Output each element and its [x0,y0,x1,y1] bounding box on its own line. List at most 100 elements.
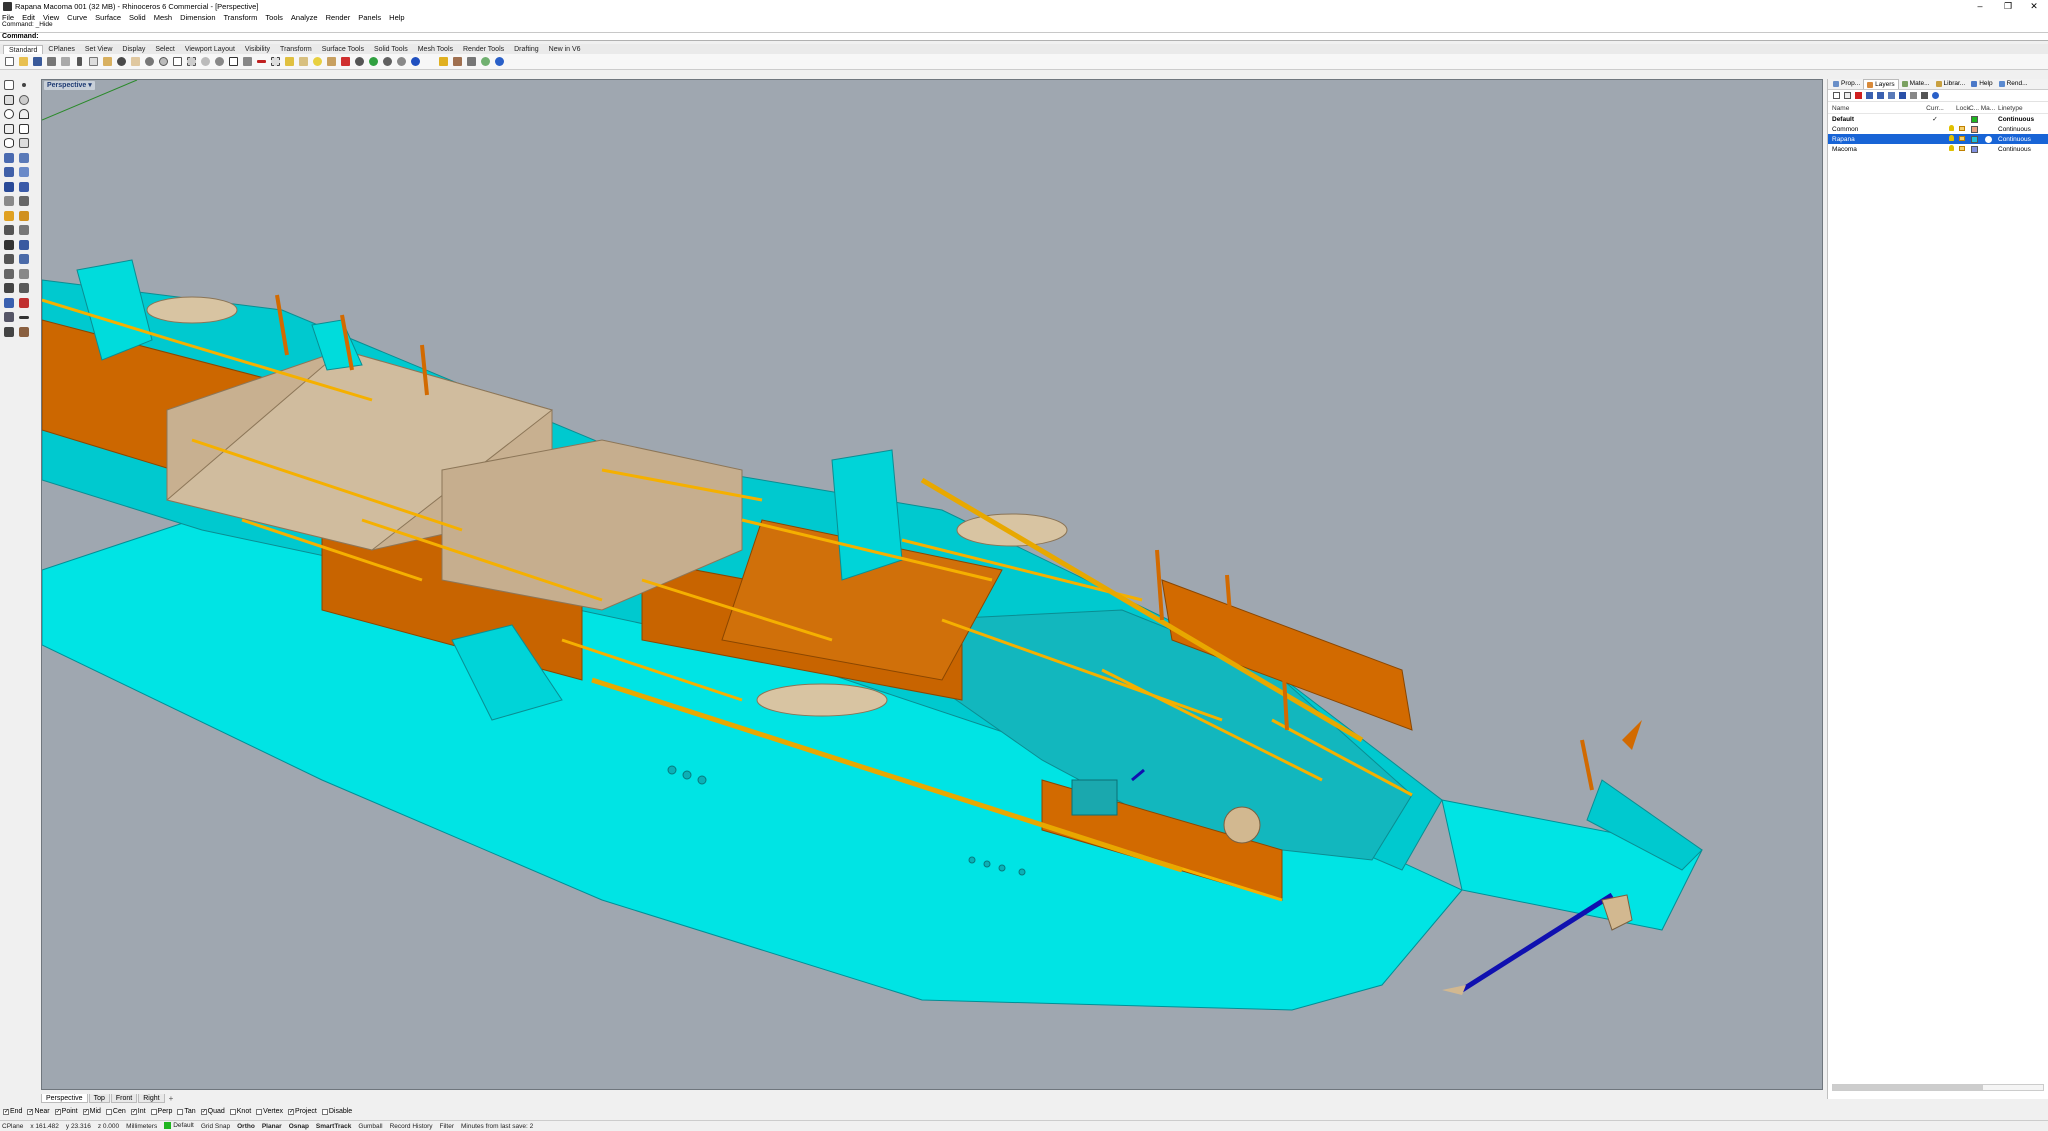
material-sphere-icon[interactable] [395,55,408,68]
viewtab-top[interactable]: Top [88,1093,110,1103]
select-arrow-icon[interactable] [1,78,16,93]
cylinder-icon[interactable] [16,180,31,195]
cut-icon[interactable] [73,55,86,68]
menu-analyze[interactable]: Analyze [291,13,318,22]
tab-surface-tools[interactable]: Surface Tools [317,45,369,54]
rectangle-icon[interactable] [16,122,31,137]
tab-display[interactable]: Display [117,45,150,54]
lightbulb-icon[interactable] [1946,125,1956,133]
open-folder-icon[interactable] [17,55,30,68]
osnap-quad[interactable]: ✓ Quad [200,1108,225,1115]
lightbulb-icon[interactable] [1946,145,1956,153]
osnap-knot[interactable]: Knot [229,1108,251,1115]
menu-curve[interactable]: Curve [67,13,87,22]
polygon-icon[interactable] [1,122,16,137]
viewport-layout-icon[interactable] [227,55,240,68]
status-ortho[interactable]: Ortho [237,1123,255,1130]
trim-icon[interactable] [16,223,31,238]
move-tool-icon[interactable] [1,267,16,282]
zoom-extents-icon[interactable] [185,55,198,68]
fillet-icon[interactable] [1,223,16,238]
tab-standard[interactable]: Standard [3,45,44,54]
status-planar[interactable]: Planar [262,1123,282,1130]
layer-row-common[interactable]: Common Continuous [1828,124,2048,134]
light-icon[interactable] [1,209,16,224]
status-filter[interactable]: Filter [440,1123,454,1130]
hatch-icon[interactable] [16,325,31,340]
zoom-icon[interactable] [157,55,170,68]
status-record-history[interactable]: Record History [390,1123,433,1130]
tab-set-view[interactable]: Set View [80,45,118,54]
layer-linetype[interactable]: Continuous [1996,146,2048,153]
status-grid-snap[interactable]: Grid Snap [201,1123,230,1130]
tab-materials[interactable]: Mate... [1899,79,1933,89]
zoom-selected-icon[interactable] [199,55,212,68]
menu-mesh[interactable]: Mesh [154,13,172,22]
osnap-cen[interactable]: Cen [105,1108,126,1115]
layer-row-macoma[interactable]: Macoma Continuous [1828,144,2048,154]
tab-solid-tools[interactable]: Solid Tools [369,45,413,54]
filter-icon[interactable] [1897,90,1908,101]
osnap-point[interactable]: ✓ Point [54,1108,78,1115]
maximize-icon[interactable]: ❐ [1996,0,2020,12]
move-icon[interactable] [241,55,254,68]
gumball-icon[interactable] [451,55,464,68]
lock-icon[interactable] [1956,125,1968,133]
mesh-box-icon[interactable] [16,194,31,209]
horizontal-scrollbar[interactable] [1832,1084,2044,1091]
layer-color-swatch[interactable] [1968,145,1980,153]
viewport-label[interactable]: Perspective ▾ [44,81,95,90]
tab-layers[interactable]: Layers [1863,79,1899,89]
menu-help[interactable]: Help [389,13,404,22]
menu-tools[interactable]: Tools [265,13,283,22]
layer-linetype[interactable]: Continuous [1996,116,2048,123]
status-smarttrack[interactable]: SmartTrack [316,1123,351,1130]
lightbulb-icon[interactable] [311,55,324,68]
menu-surface[interactable]: Surface [95,13,121,22]
tab-select[interactable]: Select [150,45,179,54]
ellipse-icon[interactable] [1,136,16,151]
lock-icon[interactable] [325,55,338,68]
col-lock[interactable]: Lock [1956,105,1970,112]
menu-transform[interactable]: Transform [224,13,258,22]
status-cplane[interactable]: CPlane [2,1123,23,1130]
tab-help[interactable]: Help [1968,79,1995,89]
perspective-viewport[interactable]: Perspective ▾ [41,79,1823,1090]
menu-render[interactable]: Render [326,13,351,22]
offset-icon[interactable] [16,252,31,267]
rendered-sphere-icon[interactable] [381,55,394,68]
boolean-diff-icon[interactable] [16,296,31,311]
delete-layer-icon[interactable] [1853,90,1864,101]
delete-icon[interactable] [255,55,268,68]
loft-icon[interactable] [16,165,31,180]
tab-render-tools[interactable]: Render Tools [458,45,509,54]
osnap-near[interactable]: ✓ Near [27,1108,50,1115]
new-sublayer-icon[interactable] [1842,90,1853,101]
select-all-icon[interactable] [283,55,296,68]
col-name[interactable]: Name [1828,105,1924,112]
layer-color-icon[interactable] [339,55,352,68]
menu-solid[interactable]: Solid [129,13,146,22]
layer-linetype[interactable]: Continuous [1996,136,2048,143]
options-icon[interactable] [479,55,492,68]
osnap-tan[interactable]: Tan [177,1108,196,1115]
move-to-parent-icon[interactable] [1886,90,1897,101]
extrude-icon[interactable] [1,165,16,180]
new-file-icon[interactable] [3,55,16,68]
properties-icon[interactable] [297,55,310,68]
surface-corner-icon[interactable] [1,151,16,166]
osnap-mid[interactable]: ✓ Mid [82,1108,101,1115]
col-linetype[interactable]: Linetype [1996,105,2048,112]
curve-icon[interactable] [16,93,31,108]
status-layer[interactable]: Default [164,1122,194,1130]
polyline-icon[interactable] [1,93,16,108]
tab-properties[interactable]: Prop... [1830,79,1863,89]
circle-icon[interactable] [1,107,16,122]
move-down-icon[interactable] [1875,90,1886,101]
copy-tool-icon[interactable] [16,267,31,282]
lights-icon[interactable] [437,55,450,68]
layer-color-swatch[interactable] [1968,135,1980,143]
tab-new-in-v6[interactable]: New in V6 [544,45,586,54]
select-window-icon[interactable] [269,55,282,68]
material-sphere-icon[interactable] [1980,135,1996,143]
